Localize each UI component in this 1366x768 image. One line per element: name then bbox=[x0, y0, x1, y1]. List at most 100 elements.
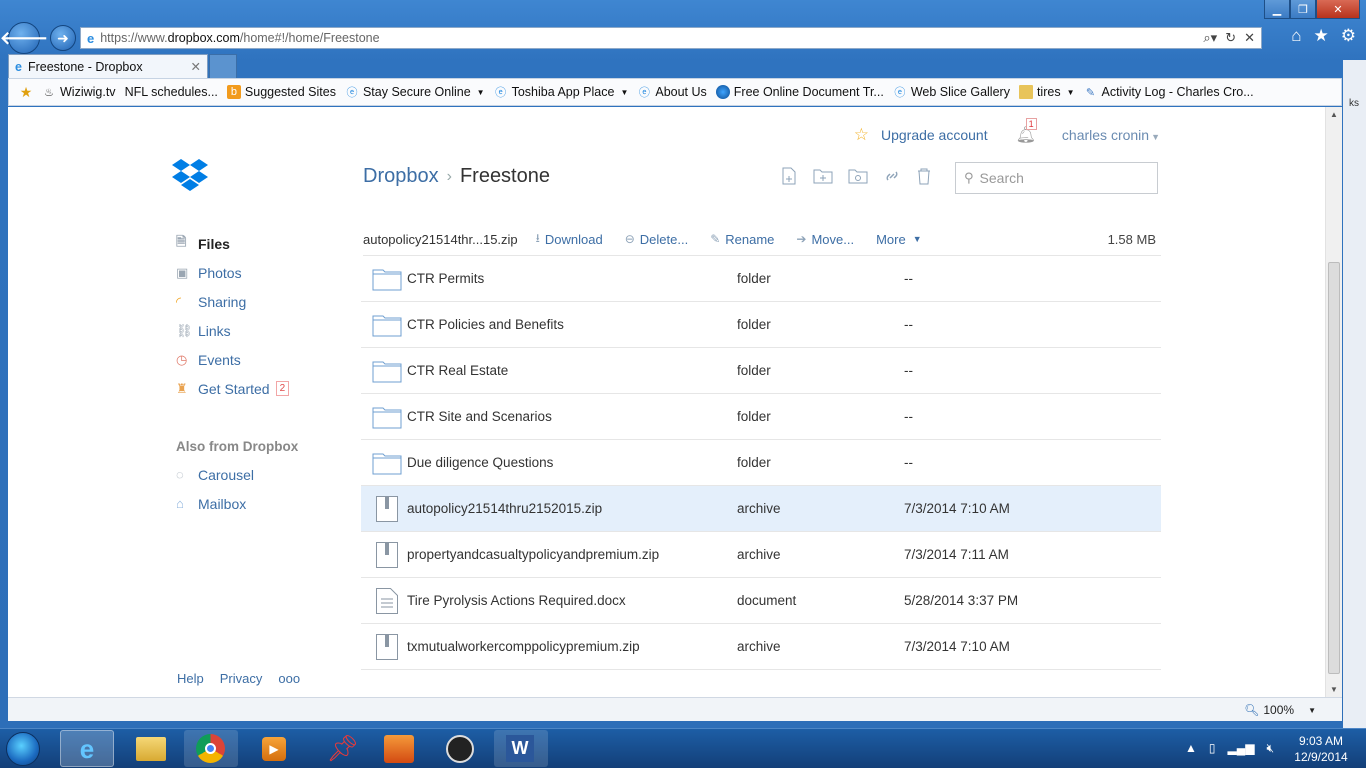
favorite-0[interactable]: ♨ Wiziwig.tv bbox=[42, 85, 116, 99]
search-dropdown-icon[interactable]: ⌕▾ bbox=[1203, 30, 1217, 46]
dropbox-logo[interactable] bbox=[172, 159, 208, 194]
document-icon bbox=[361, 587, 407, 615]
sidebar-item-carousel[interactable]: ◌ Carousel bbox=[176, 460, 336, 489]
file-row[interactable]: Due diligence Questions folder -- bbox=[361, 440, 1161, 486]
favorite-7[interactable]: ⓔ Web Slice Gallery bbox=[893, 85, 1010, 99]
more-button[interactable]: More ▼ bbox=[876, 232, 922, 247]
shared-folder-icon[interactable] bbox=[848, 167, 868, 185]
sidebar-item-files[interactable]: 🗎 Files bbox=[176, 229, 336, 258]
user-menu[interactable]: charles cronin ▼ bbox=[1062, 127, 1160, 143]
file-name[interactable]: txmutualworkercomppolicypremium.zip bbox=[407, 639, 640, 654]
add-favorites-star-icon[interactable]: ★ bbox=[19, 84, 33, 100]
file-name[interactable]: propertyandcasualtypolicyandpremium.zip bbox=[407, 547, 659, 562]
file-name[interactable]: autopolicy21514thru2152015.zip bbox=[407, 501, 602, 516]
signal-icon[interactable]: ▂▄▆ bbox=[1228, 741, 1255, 756]
ie-icon[interactable]: e bbox=[60, 730, 114, 767]
breadcrumb-root[interactable]: Dropbox bbox=[363, 165, 439, 188]
back-button[interactable]: 🡐 bbox=[0, 22, 48, 54]
file-row[interactable]: Tire Pyrolysis Actions Required.docx docu… bbox=[361, 578, 1161, 624]
notifications-bell-icon[interactable]: 🔔︎ 1 bbox=[1016, 118, 1037, 145]
favorites-star-icon[interactable]: ★ bbox=[1314, 26, 1329, 46]
download-button[interactable]: ⭳ Download bbox=[536, 229, 603, 250]
file-name[interactable]: CTR Site and Scenarios bbox=[407, 409, 552, 424]
trash-icon[interactable] bbox=[916, 167, 932, 185]
file-name[interactable]: Tire Pyrolysis Actions Required.docx bbox=[407, 593, 626, 608]
show-hidden-icons-icon[interactable]: ▲ bbox=[1185, 741, 1197, 756]
more-links[interactable]: ooo bbox=[278, 671, 300, 686]
zoom-control[interactable]: 🔍︎ 100% ▼ bbox=[1244, 703, 1316, 717]
clock-app-icon[interactable] bbox=[446, 735, 474, 763]
file-row[interactable]: CTR Permits folder -- bbox=[361, 256, 1161, 302]
new-folder-icon[interactable] bbox=[813, 167, 833, 185]
file-row[interactable]: CTR Policies and Benefits folder -- bbox=[361, 302, 1161, 348]
file-name[interactable]: CTR Permits bbox=[407, 271, 484, 286]
volume-muted-icon[interactable]: 🔇︎ bbox=[1266, 741, 1274, 756]
search-box[interactable]: ⚲ Search bbox=[955, 162, 1158, 194]
tab-close-icon[interactable]: ✕ bbox=[191, 59, 201, 74]
url-domain: dropbox.com bbox=[167, 31, 240, 45]
file-row[interactable]: propertyandcasualtypolicyandpremium.zip a… bbox=[361, 532, 1161, 578]
clock[interactable]: 9:03 AM 12/9/2014 bbox=[1282, 733, 1360, 765]
share-link-icon[interactable] bbox=[883, 167, 901, 185]
favorite-3[interactable]: ⓔ Stay Secure Online ▼ bbox=[345, 85, 484, 99]
file-name[interactable]: CTR Real Estate bbox=[407, 363, 508, 378]
move-button[interactable]: ➔ Move... bbox=[796, 232, 854, 247]
sidebar-item-events[interactable]: ◷ Events bbox=[176, 345, 336, 374]
file-name[interactable]: Due diligence Questions bbox=[407, 455, 553, 470]
forward-button[interactable]: ➜ bbox=[50, 25, 76, 51]
scrollbar-thumb[interactable] bbox=[1328, 262, 1340, 674]
rename-button[interactable]: ✎ Rename bbox=[710, 232, 774, 247]
file-row[interactable]: autopolicy21514thru2152015.zip archive 7/3… bbox=[361, 486, 1161, 532]
vertical-scrollbar[interactable]: ▲ ▼ bbox=[1325, 107, 1342, 697]
word-icon[interactable]: W bbox=[494, 730, 548, 767]
upload-file-icon[interactable] bbox=[780, 167, 798, 185]
privacy-link[interactable]: Privacy bbox=[220, 671, 263, 686]
favorite-8[interactable]: tires ▼ bbox=[1018, 85, 1075, 99]
tab-freestone[interactable]: e Freestone - Dropbox ✕ bbox=[8, 54, 208, 78]
home-icon[interactable]: ⌂ bbox=[1291, 26, 1301, 46]
maximize-button[interactable]: ❐ bbox=[1290, 0, 1316, 19]
page-title: Freestone bbox=[459, 165, 550, 187]
favorite-4[interactable]: ⓔ Toshiba App Place ▼ bbox=[494, 85, 628, 99]
refresh-icon[interactable]: ↻ bbox=[1225, 30, 1236, 46]
file-row[interactable]: txmutualworkercomppolicypremium.zip archi… bbox=[361, 624, 1161, 670]
favorite-1[interactable]: NFL schedules... bbox=[125, 85, 218, 99]
favorites-bar: ★ ♨ Wiziwig.tv NFL schedules... b Suggeste… bbox=[8, 78, 1342, 106]
file-name[interactable]: CTR Policies and Benefits bbox=[407, 317, 564, 332]
settings-gear-icon[interactable]: ⚙ bbox=[1341, 26, 1356, 46]
pin-icon[interactable]: 📌︎ bbox=[326, 733, 359, 764]
chrome-icon[interactable] bbox=[184, 730, 238, 767]
delete-button[interactable]: ⊖ Delete... bbox=[625, 232, 688, 247]
upgrade-account-link[interactable]: Upgrade account bbox=[881, 127, 988, 143]
file-row[interactable]: CTR Real Estate folder -- bbox=[361, 348, 1161, 394]
media-player-icon[interactable]: ▶ bbox=[262, 737, 286, 761]
favorite-5[interactable]: ⓔ About Us bbox=[637, 85, 707, 99]
favorite-6[interactable]: Free Online Document Tr... bbox=[715, 85, 884, 99]
minimize-button[interactable]: ▁ bbox=[1264, 0, 1290, 19]
file-row[interactable]: CTR Site and Scenarios folder -- bbox=[361, 394, 1161, 440]
footer-links: Help Privacy ooo bbox=[177, 671, 300, 686]
file-explorer-icon[interactable] bbox=[136, 737, 166, 761]
sidebar-item-photos[interactable]: ▣ Photos bbox=[176, 258, 336, 287]
app-icon[interactable] bbox=[384, 735, 414, 763]
search-input[interactable]: Search bbox=[980, 170, 1024, 186]
get-started-icon: ♜ bbox=[176, 380, 188, 396]
favorite-2[interactable]: b Suggested Sites bbox=[226, 85, 336, 99]
ie-tab-icon: e bbox=[15, 59, 22, 74]
favorite-9[interactable]: ✎ Activity Log - Charles Cro... bbox=[1084, 85, 1254, 99]
help-link[interactable]: Help bbox=[177, 671, 204, 686]
scroll-down-icon[interactable]: ▼ bbox=[1330, 685, 1338, 694]
new-tab-button[interactable] bbox=[209, 54, 237, 78]
close-window-button[interactable]: ✕ bbox=[1316, 0, 1360, 19]
address-bar[interactable]: e https://www. dropbox.com/home#!/home/Fr… bbox=[80, 27, 1262, 49]
sidebar-item-sharing[interactable]: ◜ Sharing bbox=[176, 287, 336, 316]
sidebar-item-get-started[interactable]: ♜ Get Started 2 bbox=[176, 374, 336, 403]
start-orb-icon[interactable] bbox=[6, 732, 40, 766]
sidebar-item-mailbox[interactable]: ⌂ Mailbox bbox=[176, 489, 336, 518]
chevron-down-icon: ▼ bbox=[912, 234, 922, 244]
sidebar-item-links[interactable]: ⛓ Links bbox=[176, 316, 336, 345]
file-modified: -- bbox=[904, 317, 913, 332]
scroll-up-icon[interactable]: ▲ bbox=[1330, 110, 1338, 119]
power-icon[interactable]: ▯ bbox=[1209, 741, 1216, 756]
stop-icon[interactable]: ✕ bbox=[1244, 30, 1255, 46]
